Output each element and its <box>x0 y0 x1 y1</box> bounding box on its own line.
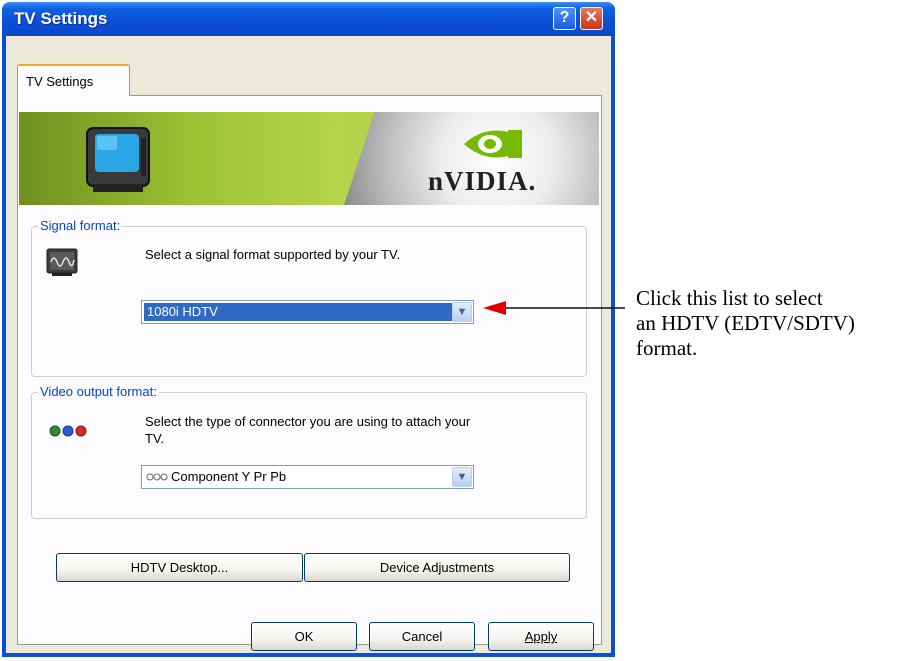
dialog-body: TV Settings nVIDIA. Signal format: Selec… <box>6 36 611 653</box>
ok-button[interactable]: OK <box>251 622 357 651</box>
signal-format-dropdown[interactable]: 1080i HDTV ▼ <box>141 300 474 324</box>
video-output-description: Select the type of connector you are usi… <box>145 413 470 447</box>
hdtv-desktop-button[interactable]: HDTV Desktop... <box>56 553 303 582</box>
cancel-button[interactable]: Cancel <box>369 622 475 651</box>
signal-format-label: Signal format: <box>38 218 123 233</box>
callout-arrow <box>483 301 625 315</box>
component-small-icon <box>146 473 168 481</box>
apply-button[interactable]: Apply <box>488 622 594 651</box>
close-button[interactable]: ✕ <box>580 7 603 30</box>
nvidia-logo-area: nVIDIA. <box>344 112 599 205</box>
nvidia-eye-icon <box>464 130 522 158</box>
signal-format-description: Select a signal format supported by your… <box>145 247 401 262</box>
waveform-icon <box>46 248 78 276</box>
signal-format-selected: 1080i HDTV <box>144 303 453 321</box>
chevron-down-icon[interactable]: ▼ <box>452 302 472 322</box>
tv-settings-window: TV Settings ? ✕ TV Settings nVIDIA. Sign… <box>2 2 615 657</box>
annotation-line1: Click this list to select <box>636 286 823 310</box>
nvidia-banner: nVIDIA. <box>19 112 599 205</box>
video-output-label: Video output format: <box>38 384 159 399</box>
video-output-dropdown[interactable]: Component Y Pr Pb ▼ <box>141 465 474 489</box>
component-connector-icon <box>49 425 87 437</box>
help-button[interactable]: ? <box>553 7 576 30</box>
tv-icon <box>86 127 150 192</box>
apply-label: Apply <box>524 629 558 644</box>
device-adjustments-button[interactable]: Device Adjustments <box>304 553 570 582</box>
tab-tv-settings[interactable]: TV Settings <box>17 64 130 96</box>
video-output-description-line1: Select the type of connector you are usi… <box>145 414 471 429</box>
video-output-group: Video output format: Select the type of … <box>31 384 587 519</box>
annotation-line3: format. <box>636 336 698 360</box>
title-bar[interactable]: TV Settings ? ✕ <box>2 2 615 36</box>
video-output-description-line2: TV. <box>145 431 165 446</box>
window-title: TV Settings <box>14 9 108 28</box>
annotation-text: Click this list to select an HDTV (EDTV/… <box>636 286 855 361</box>
video-output-selected: Component Y Pr Pb <box>171 469 287 484</box>
chevron-down-icon[interactable]: ▼ <box>452 467 472 487</box>
nvidia-wordmark: nVIDIA. <box>428 166 537 196</box>
annotation-line2: an HDTV (EDTV/SDTV) <box>636 311 855 335</box>
